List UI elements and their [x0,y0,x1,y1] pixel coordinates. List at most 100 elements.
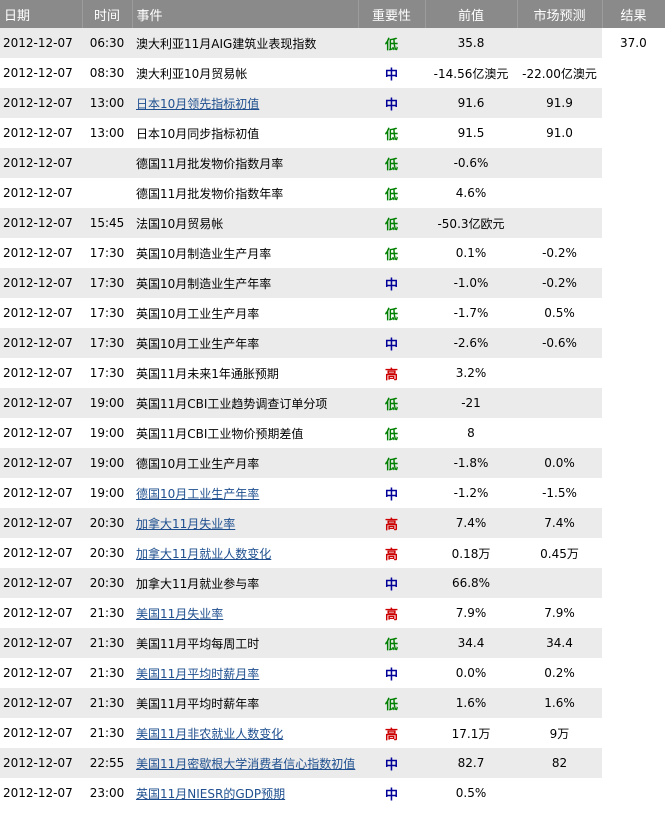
table-row: 2012-12-07 德国11月批发物价指数月率低 -0.6% [0,148,665,178]
row-actual [602,118,665,148]
row-forecast: 0.45万 [517,538,602,568]
row-forecast [517,358,602,388]
row-event: 加拿大11月就业人数变化 [132,538,358,568]
row-previous: 1.6% [425,688,517,718]
row-forecast [517,568,602,598]
row-previous: 91.5 [425,118,517,148]
header-importance: 重要性 [358,0,426,28]
row-previous: -1.8% [425,448,517,478]
table-row: 2012-12-07 23:00 英国11月NIESR的GDP预期 中 0.5% [0,778,665,808]
row-forecast [517,28,602,58]
importance-badge: 低 [358,418,425,448]
table-row: 2012-12-07 21:30 美国11月失业率高 7.9% 7.9% [0,598,665,628]
row-time: 19:00 [82,448,132,478]
importance-badge: 中 [358,328,425,358]
row-event: 德国10月工业生产月率 [132,448,358,478]
row-forecast: -0.6% [517,328,602,358]
row-time: 17:30 [82,298,132,328]
row-forecast: 91.9 [517,88,602,118]
table-row: 2012-12-07 15:45 法国10月贸易帐低 -50.3亿欧元 [0,208,665,238]
importance-badge: 中 [358,748,425,778]
row-event: 日本10月同步指标初值 [132,118,358,148]
row-forecast: 7.4% [517,508,602,538]
importance-badge: 低 [358,388,425,418]
row-date: 2012-12-07 [0,478,82,508]
table-row: 2012-12-07 20:30 加拿大11月失业率高 7.4% 7.4% [0,508,665,538]
row-actual: 37.0 [602,28,665,58]
row-event: 英国10月制造业生产年率 [132,268,358,298]
row-time: 22:55 [82,748,132,778]
importance-badge: 中 [358,88,425,118]
row-event: 英国11月CBI工业物价预期差值 [132,418,358,448]
row-forecast: 91.0 [517,118,602,148]
row-time [82,148,132,178]
row-time: 21:30 [82,688,132,718]
row-time: 15:45 [82,208,132,238]
event-link[interactable]: 德国10月工业生产年率 [136,487,259,501]
row-previous: 3.2% [425,358,517,388]
row-time: 20:30 [82,568,132,598]
calendar-rows: 2012-12-07 06:30 澳大利亚11月AIG建筑业表现指数低 35.8 37.… [0,28,665,808]
header-forecast: 市场预测 [517,0,603,28]
event-link[interactable]: 日本10月领先指标初值 [136,97,259,111]
event-link[interactable]: 美国11月密歇根大学消费者信心指数初值 [136,757,355,771]
table-row: 2012-12-07 19:00 德国10月工业生产年率 中 -1.2% -1.5% [0,478,665,508]
row-actual [602,628,665,658]
row-previous: -1.7% [425,298,517,328]
row-time: 19:00 [82,418,132,448]
event-link[interactable]: 美国11月非农就业人数变化 [136,727,283,741]
row-forecast [517,178,602,208]
row-event: 美国11月密歇根大学消费者信心指数初值 [132,748,358,778]
table-row: 2012-12-07 19:00 英国11月CBI工业物价预期差值低 8 [0,418,665,448]
row-previous: 4.6% [425,178,517,208]
table-row: 2012-12-07 17:30 英国10月工业生产年率中 -2.6% -0.6% [0,328,665,358]
row-time: 17:30 [82,268,132,298]
table-row: 2012-12-07 19:00 德国10月工业生产月率低 -1.8% 0.0% [0,448,665,478]
row-event: 德国11月批发物价指数年率 [132,178,358,208]
row-previous: 35.8 [425,28,517,58]
importance-badge: 中 [358,568,425,598]
table-header-row: 日期 时间 事件 重要性 前值 市场预测 结果 [0,0,665,28]
event-link[interactable]: 加拿大11月失业率 [136,517,235,531]
row-previous: 66.8% [425,568,517,598]
event-link[interactable]: 英国11月NIESR的GDP预期 [136,787,285,801]
row-actual [602,598,665,628]
row-forecast: -0.2% [517,238,602,268]
row-date: 2012-12-07 [0,388,82,418]
row-date: 2012-12-07 [0,538,82,568]
row-event: 澳大利亚11月AIG建筑业表现指数 [132,28,358,58]
table-row: 2012-12-07 20:30 加拿大11月就业人数变化 高 0.18万 0.45万 [0,538,665,568]
table-row: 2012-12-07 17:30 英国10月制造业生产月率低 0.1% -0.2% [0,238,665,268]
row-actual [602,418,665,448]
row-actual [602,148,665,178]
row-event: 美国11月非农就业人数变化 [132,718,358,748]
row-actual [602,688,665,718]
row-forecast: -22.00亿澳元 [517,58,602,88]
row-date: 2012-12-07 [0,148,82,178]
event-link[interactable]: 加拿大11月就业人数变化 [136,547,271,561]
table-row: 2012-12-07 21:30 美国11月非农就业人数变化 高 17.1万 9万 [0,718,665,748]
row-actual [602,388,665,418]
row-date: 2012-12-07 [0,508,82,538]
event-link[interactable]: 美国11月失业率 [136,607,223,621]
row-actual [602,538,665,568]
event-link[interactable]: 美国11月平均时薪月率 [136,667,259,681]
row-date: 2012-12-07 [0,328,82,358]
row-actual [602,508,665,538]
row-actual [602,178,665,208]
row-time: 08:30 [82,58,132,88]
table-row: 2012-12-07 13:00 日本10月领先指标初值 中 91.6 91.9 [0,88,665,118]
row-event: 加拿大11月失业率 [132,508,358,538]
row-forecast: 34.4 [517,628,602,658]
row-event: 澳大利亚10月贸易帐 [132,58,358,88]
row-time: 21:30 [82,598,132,628]
row-date: 2012-12-07 [0,628,82,658]
row-date: 2012-12-07 [0,688,82,718]
row-previous: 0.5% [425,778,517,808]
row-date: 2012-12-07 [0,358,82,388]
row-forecast [517,778,602,808]
row-actual [602,478,665,508]
row-date: 2012-12-07 [0,208,82,238]
row-previous: -50.3亿欧元 [425,208,517,238]
importance-badge: 低 [358,238,425,268]
